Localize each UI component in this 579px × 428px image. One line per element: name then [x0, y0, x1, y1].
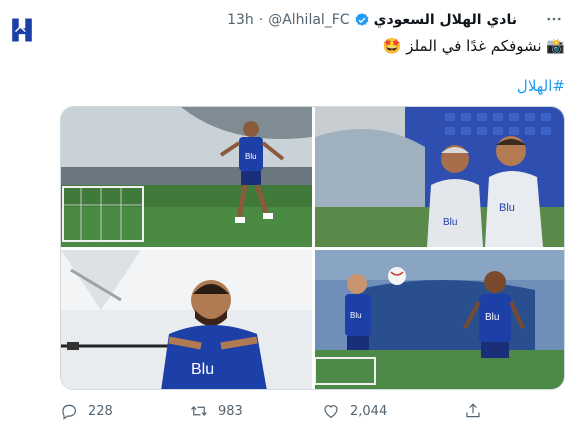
- user-handle[interactable]: @Alhilal_FC: [268, 12, 349, 28]
- like-count: 2,044: [350, 403, 388, 419]
- svg-text:Blu: Blu: [350, 311, 362, 320]
- heart-icon: [322, 402, 340, 420]
- svg-text:Blu: Blu: [245, 152, 257, 161]
- tweet-card[interactable]: 13h · @Alhilal_FC نادي الهلال السعودي 📸 …: [0, 0, 579, 428]
- verified-badge-icon: [354, 12, 370, 28]
- svg-text:Blu: Blu: [485, 312, 499, 323]
- retweet-count: 983: [218, 403, 243, 419]
- share-button[interactable]: [464, 398, 482, 424]
- photo-player-jogging[interactable]: Blu: [61, 107, 312, 247]
- tweet-actions: 228 983 2,044: [60, 398, 500, 424]
- retweet-button[interactable]: 983: [190, 398, 243, 424]
- photo-band-training[interactable]: Blu: [61, 250, 312, 389]
- reply-icon: [60, 402, 78, 420]
- like-button[interactable]: 2,044: [322, 398, 387, 424]
- separator-dot: ·: [258, 12, 264, 28]
- photo-coaches-smiling[interactable]: Blu Blu: [315, 107, 564, 247]
- reply-count: 228: [88, 403, 113, 419]
- more-options-icon[interactable]: [543, 8, 565, 30]
- display-name[interactable]: نادي الهلال السعودي: [374, 12, 517, 28]
- retweet-icon: [190, 402, 208, 420]
- alhilal-logo-icon[interactable]: [0, 8, 44, 52]
- share-icon: [464, 402, 482, 420]
- tweet-text: 📸 نشوفكم غدًا في الملز 🤩: [382, 37, 565, 55]
- photo-players-warmup[interactable]: Blu Blu: [315, 250, 564, 389]
- hashtag-link[interactable]: #الهلال: [517, 76, 565, 96]
- svg-text:Blu: Blu: [499, 202, 515, 214]
- tweet-header: 13h · @Alhilal_FC نادي الهلال السعودي: [227, 10, 517, 30]
- media-grid: Blu Blu Blu Blu Blu Blu: [60, 106, 565, 390]
- svg-text:Blu: Blu: [443, 217, 457, 228]
- tweet-time[interactable]: 13h: [227, 12, 254, 28]
- svg-text:Blu: Blu: [191, 361, 214, 378]
- reply-button[interactable]: 228: [60, 398, 113, 424]
